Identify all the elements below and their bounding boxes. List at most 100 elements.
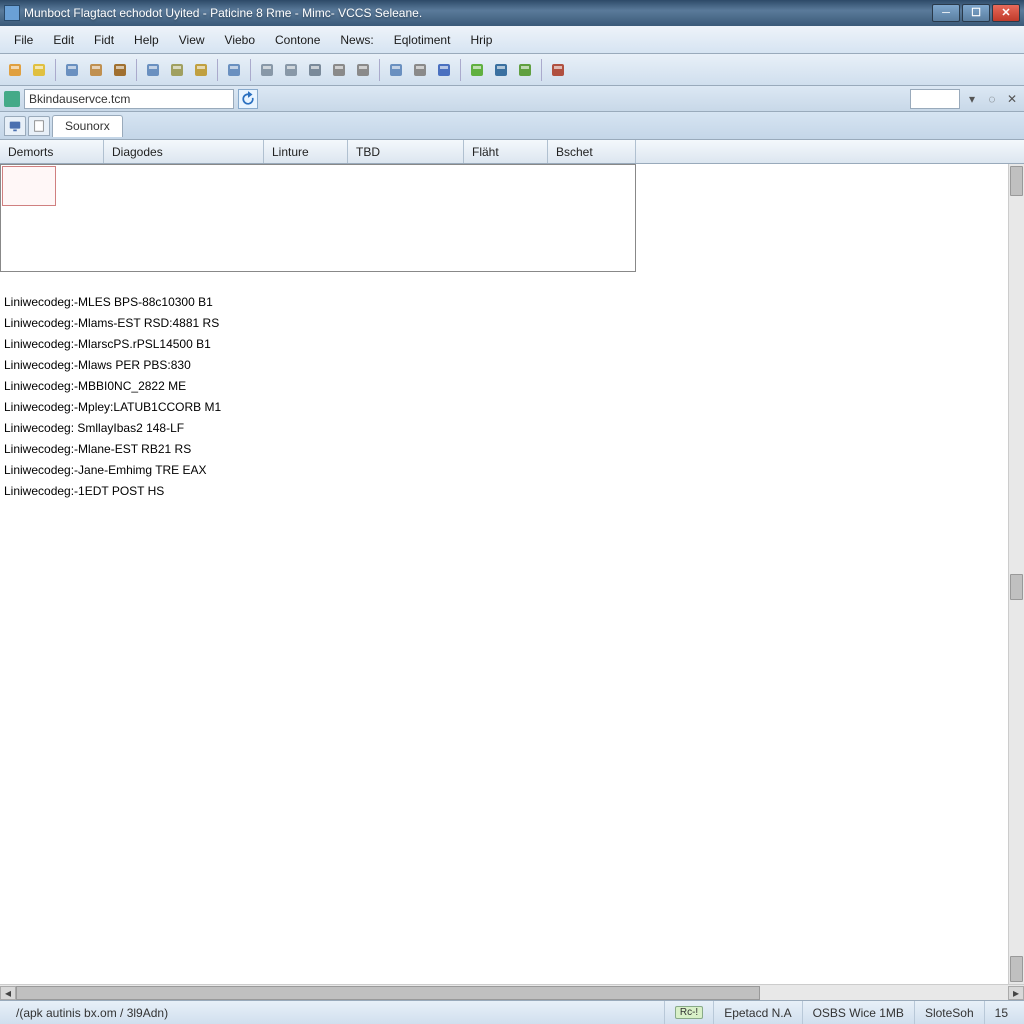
code-line: Liniwecodeg: Sope 1T02 TERW7 5=7.20S M1 xyxy=(4,229,1020,250)
paste-icon xyxy=(112,62,128,78)
dropdown-icon[interactable]: ▾ xyxy=(964,91,980,107)
green-icon xyxy=(469,62,485,78)
search-input[interactable] xyxy=(910,89,960,109)
tab-home-button[interactable] xyxy=(4,116,26,136)
status-osbs: OSBS Wice 1MB xyxy=(802,1001,914,1024)
toolbar-world-button[interactable] xyxy=(490,59,512,81)
toolbar-save-button[interactable] xyxy=(61,59,83,81)
toolbar-gear-button[interactable] xyxy=(328,59,350,81)
status-path-text: /(apk autinis bx.om / 3l9Adn) xyxy=(16,1006,168,1020)
brush-icon xyxy=(517,62,533,78)
doc2-icon xyxy=(169,62,185,78)
menu-edit[interactable]: Edit xyxy=(43,29,84,51)
menu-eqlotiment[interactable]: Eqlotiment xyxy=(384,29,461,51)
tab-active[interactable]: Sounorx xyxy=(52,115,123,137)
cancel-icon[interactable]: ✕ xyxy=(1004,91,1020,107)
close-button[interactable]: ✕ xyxy=(992,4,1020,22)
tab-doc-button[interactable] xyxy=(28,116,50,136)
hscroll-left-button[interactable]: ◂ xyxy=(0,986,16,1000)
column-demorts[interactable]: Demorts xyxy=(0,140,104,163)
toolbar-wrench-button[interactable] xyxy=(409,59,431,81)
site-favicon-icon xyxy=(4,91,20,107)
vscroll-thumb-bot[interactable] xyxy=(1010,956,1023,982)
p2-icon xyxy=(283,62,299,78)
address-bar: Bkindauservce.tcm ▾ ◌ ✕ xyxy=(0,86,1024,112)
menu-viebo[interactable]: Viebo xyxy=(215,29,265,51)
column-linture[interactable]: Linture xyxy=(264,140,348,163)
menu-fidt[interactable]: Fidt xyxy=(84,29,124,51)
script-icon xyxy=(193,62,209,78)
code-line xyxy=(4,271,1020,292)
statusbar: /(apk autinis bx.om / 3l9Adn) Rc-! Epeta… xyxy=(0,1000,1024,1024)
horizontal-scrollbar[interactable]: ◂ ▸ xyxy=(0,984,1024,1000)
toolbar-pen-button[interactable] xyxy=(352,59,374,81)
copy-icon xyxy=(88,62,104,78)
status-num: 15 xyxy=(984,1001,1018,1024)
window-controls: ─ ☐ ✕ xyxy=(932,4,1020,22)
p1-icon xyxy=(259,62,275,78)
dn-icon xyxy=(436,62,452,78)
pen-icon xyxy=(355,62,371,78)
world-icon xyxy=(493,62,509,78)
toolbar-p2-button[interactable] xyxy=(280,59,302,81)
maximize-button[interactable]: ☐ xyxy=(962,4,990,22)
address-text: Bkindauservce.tcm xyxy=(29,92,130,106)
menu-file[interactable]: File xyxy=(4,29,43,51)
doc1-icon xyxy=(145,62,161,78)
toolbar-green-button[interactable] xyxy=(466,59,488,81)
new-icon xyxy=(7,62,23,78)
tab-label: Sounorx xyxy=(65,119,110,133)
minimize-button[interactable]: ─ xyxy=(932,4,960,22)
menu-news[interactable]: News: xyxy=(330,29,383,51)
toolbar-new-button[interactable] xyxy=(4,59,26,81)
toolbar xyxy=(0,54,1024,86)
toolbar-p1-button[interactable] xyxy=(256,59,278,81)
page-icon xyxy=(32,119,46,133)
code-line: Liniwecodeg: DD 1S2C BS hom 00-41.B8 176… xyxy=(4,166,1020,187)
vscroll-thumb-mid[interactable] xyxy=(1010,574,1023,600)
toolbar-brush-button[interactable] xyxy=(514,59,536,81)
hscroll-thumb[interactable] xyxy=(16,986,760,1000)
address-input[interactable]: Bkindauservce.tcm xyxy=(24,89,234,109)
menu-help[interactable]: Help xyxy=(124,29,169,51)
toolbar-panel-button[interactable] xyxy=(223,59,245,81)
toolbar-globe-button[interactable] xyxy=(304,59,326,81)
panel-icon xyxy=(226,62,242,78)
hscroll-right-button[interactable]: ▸ xyxy=(1008,986,1024,1000)
code-line: Liniwecodeg:-1EDT POST HS xyxy=(4,481,1020,502)
menu-hrip[interactable]: Hrip xyxy=(460,29,502,51)
toolbar-last-button[interactable] xyxy=(547,59,569,81)
toolbar-open-button[interactable] xyxy=(28,59,50,81)
info-icon[interactable]: ◌ xyxy=(984,91,1000,107)
code-line: Liniwecodeg:-Mlams-EST RSD:4881 RS xyxy=(4,313,1020,334)
code-line: Liniwrcodeg: 2›verals FAB86 BC-11609, TT… xyxy=(4,187,1020,208)
column-bschet[interactable]: Bschet xyxy=(548,140,636,163)
titlebar: Munboct Flagtact echodot Uyited - Patici… xyxy=(0,0,1024,26)
toolbar-paste-button[interactable] xyxy=(109,59,131,81)
code-area[interactable]: Liniwecodeg: DD 1S2C BS hom 00-41.B8 176… xyxy=(0,164,1024,504)
toolbar-save2-button[interactable] xyxy=(385,59,407,81)
code-line: Liniwecodeg:-Jane-Emhimg TRE EAX xyxy=(4,460,1020,481)
menu-view[interactable]: View xyxy=(169,29,215,51)
toolbar-doc1-button[interactable] xyxy=(142,59,164,81)
code-line: Liniwecodeg: SmllayIbas2 148-LF xyxy=(4,418,1020,439)
toolbar-doc2-button[interactable] xyxy=(166,59,188,81)
menu-contone[interactable]: Contone xyxy=(265,29,330,51)
vertical-scrollbar[interactable] xyxy=(1008,164,1024,984)
toolbar-script-button[interactable] xyxy=(190,59,212,81)
column-diagodes[interactable]: Diagodes xyxy=(104,140,264,163)
window-title: Munboct Flagtact echodot Uyited - Patici… xyxy=(24,6,932,20)
tab-bar: Sounorx xyxy=(0,112,1024,140)
reload-button[interactable] xyxy=(238,89,258,109)
toolbar-dn-button[interactable] xyxy=(433,59,455,81)
hscroll-track[interactable] xyxy=(16,986,1008,1000)
code-line: Liniwecodeg:-Mpley:LATUB1CCORB M1 xyxy=(4,397,1020,418)
last-icon xyxy=(550,62,566,78)
menubar: FileEditFidtHelpViewVieboContoneNews:Eql… xyxy=(0,26,1024,54)
status-slot: SloteSoh xyxy=(914,1001,984,1024)
vscroll-thumb-top[interactable] xyxy=(1010,166,1023,196)
column-fläht[interactable]: Fläht xyxy=(464,140,548,163)
status-badge-cell: Rc-! xyxy=(664,1001,713,1024)
column-tbd[interactable]: TBD xyxy=(348,140,464,163)
toolbar-copy-button[interactable] xyxy=(85,59,107,81)
